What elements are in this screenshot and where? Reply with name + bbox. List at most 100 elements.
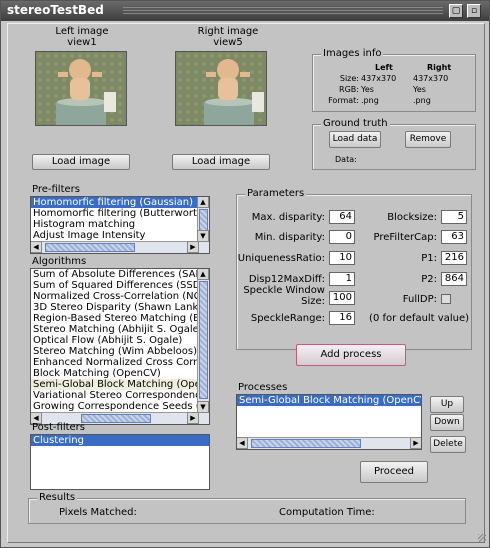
param-p2-input[interactable]: 864 [441,272,467,286]
info-format-left: .png [361,96,379,105]
param-speckle-window-input[interactable]: 100 [329,291,355,305]
prefilter-item[interactable]: Homomorfic filtering (Butterworth) [31,208,209,219]
prefilter-item[interactable]: Adjust Image Intensity [31,230,209,241]
left-image-header: Left image view1 [32,26,132,48]
param-max-disparity-input[interactable]: 64 [329,210,355,224]
pixels-matched-label: Pixels Matched: [59,507,137,518]
right-image-view: view5 [213,37,243,48]
postfilters-title: Post-filters [32,422,86,433]
arrow-right-icon[interactable]: ▶ [187,241,199,253]
info-size-right: 437x370 [413,74,449,83]
parameters-group: Parameters Max. disparity: 64 Min. dispa… [236,188,472,350]
algorithms-vscroll-thumb[interactable] [199,281,208,399]
algorithms-list[interactable]: Sum of Absolute Differences (SAD) Sum of… [30,268,210,425]
prefilters-list[interactable]: Homomorfic filtering (Gaussian) Homomorf… [30,196,210,254]
main-panel: Left image view1 Load image Right image … [7,23,486,543]
processes-hscrollbar[interactable]: ◀ ▶ [237,437,421,449]
processes-hscroll-thumb[interactable] [251,439,361,448]
remove-button[interactable]: Remove [405,131,451,148]
app-window: stereoTestBed ▢ ▫ Left image view1 Load … [0,0,490,548]
param-label: P2: [421,274,437,285]
info-format-right: .png [413,96,431,105]
arrow-left-icon[interactable]: ◀ [237,437,248,449]
arrow-up-icon[interactable]: ▲ [197,269,209,280]
close-icon: ▫ [470,6,478,16]
left-image-view: view1 [67,37,97,48]
fulldp-checkbox[interactable] [441,294,451,304]
arrow-left-icon[interactable]: ◀ [31,241,42,253]
results-title: Results [37,492,78,503]
title-bar-texture [123,7,443,15]
param-blocksize-input[interactable]: 5 [441,210,467,224]
param-p1-input[interactable]: 216 [441,251,467,265]
algorithm-item[interactable]: Growing Correspondence Seeds (GCS) [31,401,209,412]
left-load-image-button[interactable]: Load image [32,154,130,170]
algorithm-item[interactable]: Sum of Squared Differences (SSD) [31,280,209,291]
param-label: Disp12MaxDiff: [248,274,325,285]
algorithm-item[interactable]: Optical Flow (Abhijit S. Ogale) [31,335,209,346]
prefilter-item[interactable]: Histogram matching [31,219,209,230]
right-image-title: Right image [197,26,259,37]
prefilters-hscrollbar[interactable]: ◀ ▶ [31,241,199,253]
ground-truth-data-label: Data: [335,155,357,164]
algorithm-item[interactable]: Semi-Global Block Matching (OpenCV) [31,379,209,390]
proceed-button[interactable]: Proceed [360,461,428,483]
param-uniqueness-input[interactable]: 10 [329,251,355,265]
resize-grip[interactable] [478,534,486,542]
info-rgb-label: RGB: [339,85,359,94]
param-speckle-range-input[interactable]: 16 [329,311,355,325]
param-label: Max. disparity: [251,212,325,223]
processes-title: Processes [238,382,288,393]
arrow-up-icon[interactable]: ▲ [197,197,209,208]
delete-process-button[interactable]: Delete [430,436,466,453]
arrow-right-icon[interactable]: ▶ [187,412,199,424]
close-button[interactable]: ▫ [467,4,481,18]
fulldp-label: FullDP: [402,294,437,305]
param-label: Speckle Window Size: [243,285,325,307]
ground-truth-group: Ground truth Load data Remove Data: [312,118,476,170]
algorithm-item[interactable]: Enhanced Normalized Cross Correlation [31,357,209,368]
info-size-left: 437x370 [361,74,397,83]
maximize-button[interactable]: ▢ [449,4,463,18]
param-label: Blocksize: [387,212,437,223]
load-data-button[interactable]: Load data [329,131,381,148]
right-load-image-button[interactable]: Load image [172,154,270,170]
prefilters-title: Pre-filters [32,184,80,195]
param-min-disparity-input[interactable]: 0 [329,230,355,244]
algorithm-item[interactable]: 3D Stereo Disparity (Shawn Lankton) [31,302,209,313]
param-disp12maxdiff-input[interactable]: 1 [329,272,355,286]
title-bar[interactable]: stereoTestBed ▢ ▫ [1,1,489,21]
algorithm-item[interactable]: Stereo Matching (Wim Abbeloos) [31,346,209,357]
move-up-button[interactable]: Up [430,396,464,413]
algorithms-hscroll-thumb[interactable] [81,414,151,423]
process-item[interactable]: Semi-Global Block Matching (OpenCV) [237,395,421,406]
right-image-preview [175,51,267,126]
info-size-label: Size: [339,74,359,83]
prefilter-item[interactable]: Homomorfic filtering (Gaussian) [31,197,209,208]
add-process-button[interactable]: Add process [296,344,406,366]
move-down-button[interactable]: Down [430,414,464,431]
images-info-group: Images info Left Right Size: 437x370 437… [312,48,476,112]
postfilter-item[interactable]: Clustering [31,435,209,446]
prefilters-hscroll-thumb[interactable] [45,243,135,252]
processes-list[interactable]: Semi-Global Block Matching (OpenCV) ◀ ▶ [236,394,422,450]
images-info-title: Images info [321,48,384,59]
algorithms-title: Algorithms [32,256,87,267]
algorithm-item[interactable]: Block Matching (OpenCV) [31,368,209,379]
maximize-icon: ▢ [451,6,461,16]
info-rgb-left: Yes [361,85,374,94]
postfilters-list[interactable]: Clustering [30,434,210,490]
algorithm-item[interactable]: Normalized Cross-Correlation (NCC) [31,291,209,302]
algorithm-item[interactable]: Sum of Absolute Differences (SAD) [31,269,209,280]
results-group: Results Pixels Matched: Computation Time… [28,492,466,524]
info-rgb-right: Yes [413,85,426,94]
prefilters-vscroll-thumb[interactable] [199,209,208,231]
parameters-title: Parameters [245,188,307,199]
param-prefiltercap-input[interactable]: 63 [441,230,467,244]
arrow-right-icon[interactable]: ▶ [410,437,421,449]
algorithms-vscrollbar[interactable]: ▲ ▼ [197,269,209,424]
window-title: stereoTestBed [7,3,104,17]
algorithm-item[interactable]: Region-Based Stereo Matching (Basic) [31,313,209,324]
algorithm-item[interactable]: Stereo Matching (Abhijit S. Ogale) [31,324,209,335]
algorithm-item[interactable]: Variational Stereo Correspondence [31,390,209,401]
